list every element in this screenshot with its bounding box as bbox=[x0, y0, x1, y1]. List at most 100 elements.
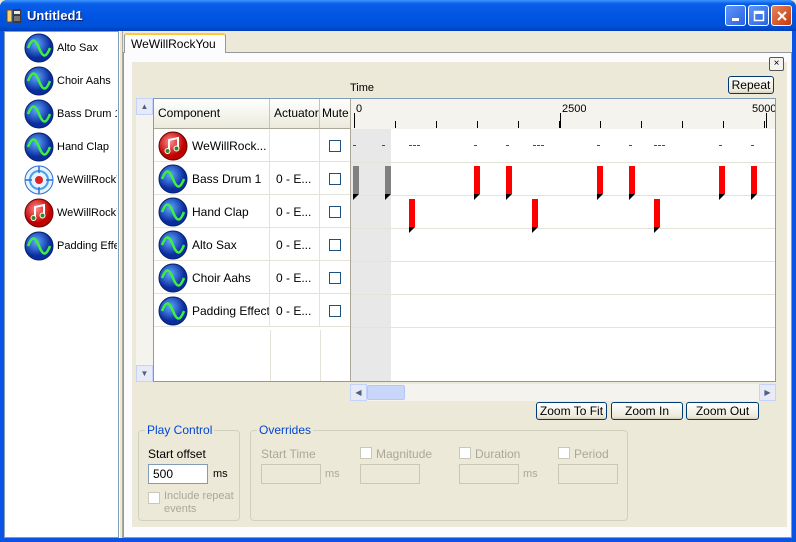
component-grid: Component Actuator Mute WeWillRock... Bas… bbox=[153, 98, 776, 382]
palette-item[interactable]: WeWillRockY bbox=[24, 164, 117, 196]
actuator-cell[interactable]: 0 - E... bbox=[270, 195, 320, 228]
period-checkbox[interactable] bbox=[558, 447, 570, 459]
magnitude-input bbox=[360, 464, 420, 484]
scroll-left-button[interactable]: ◀ bbox=[350, 384, 367, 401]
window-title: Untitled1 bbox=[27, 8, 83, 23]
tick-label: 5000 bbox=[752, 103, 775, 115]
actuator-cell[interactable]: 0 - E... bbox=[270, 294, 320, 327]
component-name: Bass Drum 1 bbox=[192, 171, 262, 186]
palette-item[interactable]: WeWillRockY bbox=[24, 197, 117, 229]
palette-item[interactable]: Choir Aahs bbox=[24, 65, 117, 97]
event-marker bbox=[409, 227, 415, 233]
zoom-to-fit-button[interactable]: Zoom To Fit bbox=[536, 402, 607, 420]
event-bar bbox=[719, 166, 725, 194]
event-bar bbox=[506, 166, 512, 194]
event-mark bbox=[751, 145, 754, 146]
scroll-down-button[interactable]: ▼ bbox=[136, 365, 153, 382]
mute-checkbox[interactable] bbox=[329, 238, 341, 251]
table-row[interactable]: Choir Aahs 0 - E... bbox=[154, 261, 351, 294]
actuator-cell[interactable]: 0 - E... bbox=[270, 228, 320, 261]
waveform-icon bbox=[24, 231, 54, 261]
maximize-button[interactable] bbox=[748, 5, 769, 26]
component-name: Alto Sax bbox=[192, 237, 237, 252]
start-offset-unit: ms bbox=[213, 468, 228, 480]
event-mark bbox=[353, 145, 356, 146]
event-bar bbox=[474, 166, 480, 194]
close-button[interactable] bbox=[771, 5, 792, 26]
table-row[interactable]: Hand Clap 0 - E... bbox=[154, 195, 351, 228]
mute-checkbox[interactable] bbox=[329, 139, 341, 152]
mute-checkbox[interactable] bbox=[329, 172, 341, 185]
repeat-button[interactable]: Repeat bbox=[728, 76, 774, 94]
actuator-cell[interactable]: 0 - E... bbox=[270, 261, 320, 294]
column-divider bbox=[320, 330, 321, 381]
component-name: WeWillRock... bbox=[192, 138, 267, 153]
waveform-icon bbox=[158, 164, 188, 194]
table-row[interactable]: Bass Drum 1 0 - E... bbox=[154, 162, 351, 195]
actuator-cell[interactable] bbox=[270, 129, 320, 162]
music-note-icon bbox=[158, 131, 188, 161]
actuator-cell[interactable]: 0 - E... bbox=[270, 162, 320, 195]
event-mark bbox=[474, 145, 477, 146]
palette-item[interactable]: Bass Drum 1 bbox=[24, 98, 117, 130]
table-row[interactable]: Alto Sax 0 - E... bbox=[154, 228, 351, 261]
event-marker bbox=[532, 227, 538, 233]
palette-item[interactable]: Padding Effe bbox=[24, 230, 117, 262]
waveform-icon bbox=[24, 33, 54, 63]
component-cell: WeWillRock... bbox=[154, 129, 270, 162]
palette-item[interactable]: Alto Sax bbox=[24, 32, 117, 64]
magnitude-label: Magnitude bbox=[376, 447, 433, 461]
chevron-up-icon: ▲ bbox=[140, 102, 149, 111]
mute-checkbox[interactable] bbox=[329, 205, 341, 218]
event-bar bbox=[385, 166, 391, 194]
chevron-down-icon: ▼ bbox=[140, 369, 149, 378]
waveform-icon bbox=[158, 230, 188, 260]
title-bar[interactable] bbox=[0, 0, 796, 31]
scroll-right-button[interactable]: ▶ bbox=[759, 384, 776, 401]
waveform-icon bbox=[24, 132, 54, 162]
component-cell: Hand Clap bbox=[154, 195, 270, 228]
close-panel-button[interactable]: × bbox=[769, 57, 784, 71]
header-component[interactable]: Component bbox=[154, 99, 270, 129]
table-row[interactable]: Padding Effect 0 - E... bbox=[154, 294, 351, 327]
vertical-scrollbar[interactable]: ▲ ▼ bbox=[136, 98, 153, 382]
event-marker bbox=[654, 227, 660, 233]
start-offset-label: Start offset bbox=[148, 447, 206, 461]
event-mark bbox=[662, 145, 665, 146]
waveform-icon bbox=[158, 263, 188, 293]
music-note-icon bbox=[24, 198, 54, 228]
palette-item[interactable]: Hand Clap bbox=[24, 131, 117, 163]
table-row[interactable]: WeWillRock... bbox=[154, 129, 351, 162]
period-input bbox=[558, 464, 618, 484]
zoom-in-button[interactable]: Zoom In bbox=[611, 402, 683, 420]
mute-checkbox[interactable] bbox=[329, 304, 341, 317]
event-marker bbox=[506, 194, 512, 200]
header-mute[interactable]: Mute bbox=[320, 99, 351, 129]
duration-checkbox[interactable] bbox=[459, 447, 471, 459]
mute-checkbox[interactable] bbox=[329, 271, 341, 284]
mute-cell bbox=[320, 294, 351, 327]
event-mark bbox=[654, 145, 657, 146]
chevron-left-icon: ◀ bbox=[355, 388, 362, 397]
zoom-out-button[interactable]: Zoom Out bbox=[686, 402, 759, 420]
palette-item-label: Alto Sax bbox=[57, 42, 98, 54]
scroll-thumb[interactable] bbox=[367, 385, 405, 400]
minimize-button[interactable] bbox=[725, 5, 746, 26]
event-mark bbox=[597, 145, 600, 146]
start-time-input bbox=[261, 464, 321, 484]
start-offset-input[interactable]: 500 bbox=[148, 464, 208, 484]
event-mark bbox=[658, 145, 661, 146]
scroll-up-button[interactable]: ▲ bbox=[136, 98, 153, 115]
column-divider bbox=[270, 330, 271, 381]
component-cell: Choir Aahs bbox=[154, 261, 270, 294]
timeline-chart[interactable]: 0 2500 5000 bbox=[351, 99, 775, 381]
maximize-icon bbox=[753, 10, 764, 21]
target-icon bbox=[24, 165, 54, 195]
event-mark bbox=[413, 145, 416, 146]
component-name: Padding Effect bbox=[192, 303, 270, 318]
magnitude-checkbox[interactable] bbox=[360, 447, 372, 459]
header-actuator[interactable]: Actuator bbox=[270, 99, 320, 129]
include-repeat-checkbox[interactable] bbox=[148, 492, 160, 504]
tab-wewillrockyou[interactable]: WeWillRockYou bbox=[124, 33, 226, 53]
horizontal-scrollbar[interactable]: ◀ ▶ bbox=[350, 384, 776, 401]
